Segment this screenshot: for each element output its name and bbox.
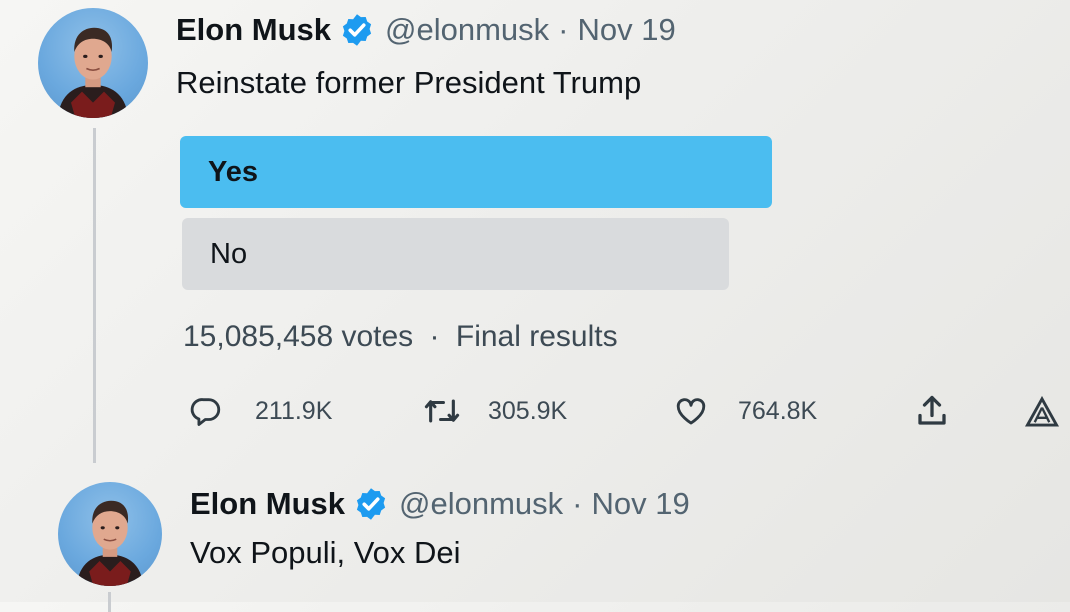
reply-icon: [190, 398, 221, 426]
heart-icon: [676, 398, 706, 425]
tweet-header: Elon Musk @elonmusk · Nov 19: [176, 12, 676, 48]
avatar[interactable]: [38, 8, 148, 118]
separator-dot: ·: [558, 12, 569, 47]
author-handle[interactable]: @elonmusk: [385, 12, 549, 48]
poll-vote-count: 15,085,458 votes: [183, 320, 414, 353]
retweet-count: 305.9K: [488, 396, 568, 425]
author-name[interactable]: Elon Musk: [190, 486, 345, 522]
reply-button[interactable]: 211.9K: [189, 394, 332, 428]
tweet-date[interactable]: Nov 19: [592, 486, 690, 522]
tweet-text: Vox Populi, Vox Dei: [190, 535, 461, 570]
thread-connector: [108, 592, 111, 612]
poll-option-label: No: [210, 237, 248, 270]
separator-dot: ·: [572, 486, 583, 521]
tweet-text: Reinstate former President Trump: [176, 65, 642, 100]
share-icon: [918, 395, 946, 425]
tweet-header: Elon Musk @elonmusk · Nov 19: [190, 486, 690, 522]
verified-badge-icon: [353, 486, 389, 522]
share-button[interactable]: [914, 392, 950, 430]
avatar-photo: [76, 500, 144, 586]
like-count: 764.8K: [738, 396, 818, 425]
separator-dot: ·: [429, 320, 440, 353]
avatar-photo: [57, 27, 129, 118]
like-button[interactable]: 764.8K: [674, 394, 817, 428]
poll-option-no: No: [182, 218, 729, 290]
analytics-icon: [1024, 396, 1060, 427]
verified-badge-icon: [339, 12, 375, 48]
retweet-icon: [424, 399, 460, 423]
tweet-date[interactable]: Nov 19: [578, 12, 676, 48]
poll-option-yes: Yes: [180, 136, 772, 208]
reply-count: 211.9K: [255, 396, 333, 425]
poll-option-label: Yes: [208, 155, 258, 188]
tweet[interactable]: Elon Musk @elonmusk · Nov 19 Vox Populi,…: [0, 470, 1070, 612]
author-name[interactable]: Elon Musk: [176, 12, 331, 48]
tweet-actions: 211.9K 305.9K 764.8K: [0, 388, 1070, 438]
author-handle[interactable]: @elonmusk: [399, 486, 563, 522]
analytics-button[interactable]: [1024, 396, 1060, 428]
poll-status: Final results: [455, 320, 618, 353]
poll-summary: 15,085,458 votes · Final results: [183, 320, 618, 354]
avatar[interactable]: [58, 482, 162, 586]
retweet-button[interactable]: 305.9K: [422, 394, 567, 428]
tweet[interactable]: Elon Musk @elonmusk · Nov 19 Reinstate f…: [0, 0, 1070, 470]
